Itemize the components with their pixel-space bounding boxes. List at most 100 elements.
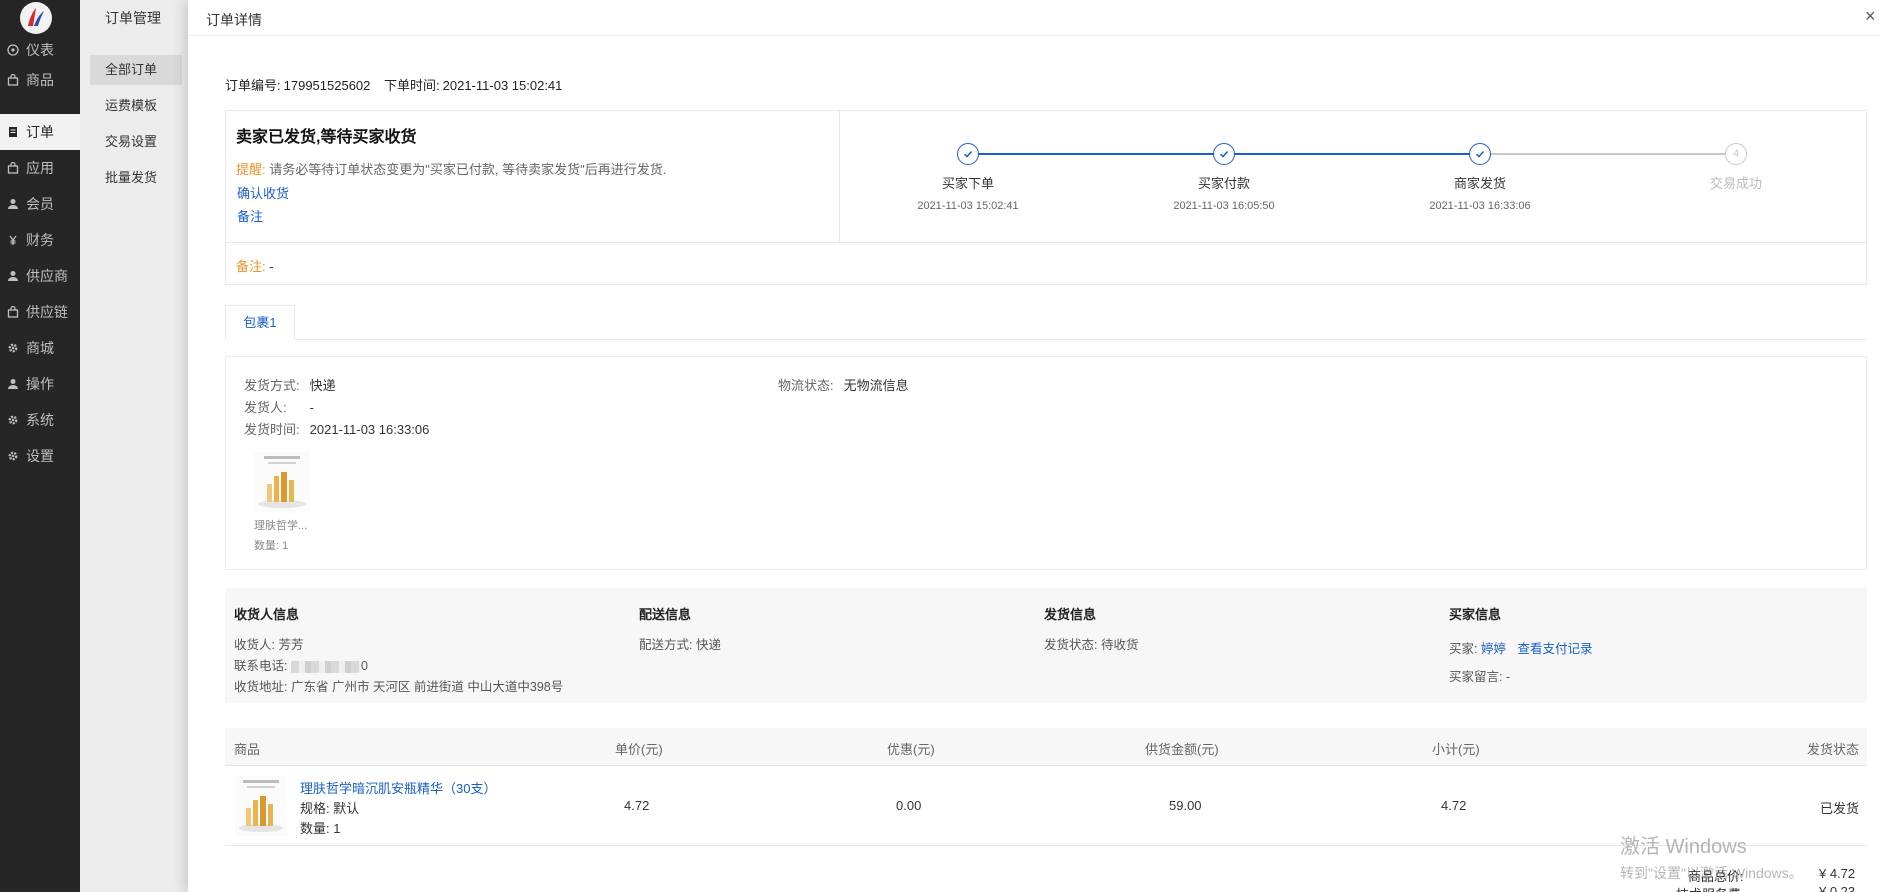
sidebar-item-label: 供应商 (26, 268, 68, 284)
step-label: 商家发货 (1453, 176, 1506, 191)
goods-total-value: ¥ 4.72 (1819, 866, 1856, 881)
shipper-label: 发货人: (244, 400, 287, 415)
sidebar-item-goods[interactable]: 商品 (0, 62, 80, 98)
sub-sidebar: 订单管理 全部订单 运费模板 交易设置 批量发货 (80, 0, 188, 892)
ship-time-value: 2021-11-03 16:33:06 (309, 422, 430, 437)
shipping-status-row: 发货状态: 待收货 (1044, 634, 1138, 653)
gear-icon (6, 413, 20, 427)
buyer-row: 买家: 婷婷 查看支付记录 (1449, 638, 1592, 657)
sidebar-item-supply-chain[interactable]: 供应链 (0, 294, 80, 330)
sidebar-item-members[interactable]: 会员 (0, 186, 80, 222)
col-header-price: 单价(元) (615, 742, 663, 757)
gear-icon (6, 449, 20, 463)
sidebar-item-settings[interactable]: 设置 (0, 438, 80, 474)
order-number: 179951525602 (283, 78, 371, 93)
sidebar-item-label: 操作 (26, 376, 54, 392)
tab-package-1[interactable]: 包裹1 (225, 305, 295, 340)
sidebar-item-label: 会员 (26, 196, 54, 212)
user-icon (6, 197, 20, 211)
bag-icon (6, 305, 20, 319)
product-image[interactable] (235, 776, 287, 836)
product-thumbnail[interactable] (254, 452, 310, 512)
col-header-subtotal: 小计(元) (1432, 742, 1480, 757)
receiver-address-row: 收货地址: 广东省 广州市 天河区 前进街道 中山大道中398号 (234, 676, 563, 695)
delivery-method: 快递 (695, 638, 721, 652)
order-status-panel: 卖家已发货,等待买家收货 提醒: 请务必等待订单状态变更为"买家已付款, 等待卖… (225, 110, 1867, 285)
cell-discount: 0.00 (896, 798, 922, 813)
buyer-message: - (1505, 670, 1511, 684)
package-panel: 发货方式: 快递 发货人: - 发货时间: 2021-11-03 16:33:0… (225, 356, 1867, 570)
shipper-value: - (309, 400, 314, 415)
finance-icon (6, 233, 20, 247)
reminder-label: 提醒: (236, 162, 266, 177)
receiver-address-label: 收货地址: (234, 680, 288, 694)
product-name-link[interactable]: 理肤哲学暗沉肌安瓶精华（30支） (300, 778, 496, 797)
ship-method-value: 快递 (309, 378, 336, 393)
sidebar-item-label: 商城 (26, 340, 54, 356)
step-buyer-order: 买家下单 2021-11-03 15:02:41 (868, 143, 1068, 212)
product-spec: 规格: 默认 (300, 801, 360, 816)
sidebar-item-suppliers[interactable]: 供应商 (0, 258, 80, 294)
receiver-info: 收货人信息 收货人: 芳芳 联系电话: 0 收货地址: 广东省 广州市 天河区 … (234, 588, 634, 703)
sidebar-item-mall[interactable]: 商城 (0, 330, 80, 366)
sub-item-batch-ship[interactable]: 批量发货 (90, 163, 182, 193)
check-icon (1213, 143, 1235, 165)
order-time: 2021-11-03 15:02:41 (442, 78, 563, 93)
product-thumbnail-qty: 数量: 1 (254, 540, 289, 552)
sidebar-item-apps[interactable]: 应用 (0, 150, 80, 186)
remark-value: - (269, 259, 274, 274)
shipping-status: 待收货 (1100, 638, 1139, 652)
sub-item-trade-settings[interactable]: 交易设置 (90, 127, 182, 157)
view-payment-record-link[interactable]: 查看支付记录 (1517, 642, 1592, 656)
main-sidebar: 仪表 商品 订单 应用 会员 财务 供应商 供应链 商城 操作 系统 设置 (0, 0, 80, 892)
buyer-name-link[interactable]: 婷婷 (1481, 642, 1506, 656)
delivery-method-row: 配送方式: 快递 (639, 634, 721, 653)
logistics-value: 无物流信息 (843, 378, 909, 393)
remark-label: 备注: (236, 259, 266, 274)
buyer-info-title: 买家信息 (1449, 607, 1502, 622)
shipping-info-title: 发货信息 (1044, 607, 1097, 622)
confirm-receipt-link[interactable]: 确认收货 (237, 183, 289, 202)
receiver-name-row: 收货人: 芳芳 (234, 634, 303, 653)
sidebar-item-orders[interactable]: 订单 (0, 114, 80, 150)
buyer-label: 买家: (1449, 642, 1478, 656)
cell-price: 4.72 (624, 798, 650, 813)
ship-time-label: 发货时间: (244, 422, 300, 437)
app-logo[interactable] (20, 2, 52, 34)
col-header-supply: 供货金额(元) (1145, 742, 1219, 757)
receiver-name-label: 收货人: (234, 638, 275, 652)
sidebar-item-finance[interactable]: 财务 (0, 222, 80, 258)
step-merchant-ship: 商家发货 2021-11-03 16:33:06 (1380, 143, 1580, 212)
status-title: 卖家已发货,等待买家收货 (236, 129, 417, 146)
receiver-phone-suffix: 0 (360, 659, 368, 673)
buyer-message-label: 买家留言: (1449, 670, 1503, 684)
close-icon[interactable]: × (1865, 6, 1879, 27)
col-header-ship-status: 发货状态 (1806, 742, 1859, 757)
step-time: 2021-11-03 16:33:06 (1429, 200, 1531, 212)
delivery-info-title: 配送信息 (639, 607, 692, 622)
step-label: 买家下单 (941, 176, 994, 191)
step-label: 交易成功 (1709, 176, 1762, 191)
logistics-label: 物流状态: (778, 378, 834, 393)
status-summary: 卖家已发货,等待买家收货 提醒: 请务必等待订单状态变更为"买家已付款, 等待卖… (226, 111, 840, 243)
bag-icon (6, 73, 20, 87)
sidebar-item-label: 系统 (26, 412, 54, 428)
order-items-table: 商品 单价(元) 优惠(元) 供货金额(元) 小计(元) 发货状态 理肤哲学暗沉… (225, 728, 1867, 848)
sub-item-all-orders[interactable]: 全部订单 (90, 55, 182, 85)
order-time-label: 下单时间: (384, 78, 440, 93)
receiver-phone-label: 联系电话: (234, 659, 288, 673)
sidebar-item-operations[interactable]: 操作 (0, 366, 80, 402)
check-icon (1469, 143, 1491, 165)
col-header-discount: 优惠(元) (887, 742, 935, 757)
sidebar-item-label: 商品 (26, 72, 54, 88)
app-icon (6, 161, 20, 175)
buyer-message-row: 买家留言: - (1449, 666, 1510, 685)
ship-method-label: 发货方式: (244, 378, 300, 393)
sub-item-shipping-template[interactable]: 运费模板 (90, 91, 182, 121)
sidebar-item-label: 应用 (26, 160, 54, 176)
shipping-status-label: 发货状态: (1044, 638, 1098, 652)
sidebar-item-system[interactable]: 系统 (0, 402, 80, 438)
receiver-name: 芳芳 (278, 638, 304, 652)
remark-link[interactable]: 备注 (237, 206, 263, 225)
progress-stepper: 买家下单 2021-11-03 15:02:41 买家付款 2021-11-03… (840, 111, 1866, 243)
